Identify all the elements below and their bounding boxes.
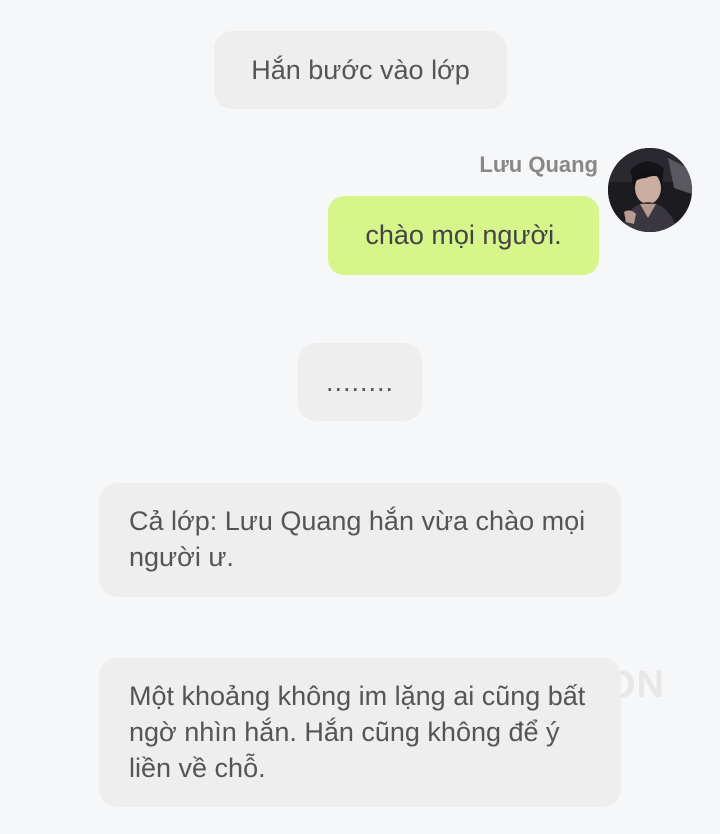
narration-bubble: Hắn bước vào lớp [214,31,507,109]
narration-text: Cả lớp: Lưu Quang hắn vừa chào mọi người… [129,506,586,572]
narration-bubble: Một khoảng không im lặng ai cũng bất ngờ… [99,658,621,807]
narration-bubble: Cả lớp: Lưu Quang hắn vừa chào mọi người… [99,483,621,597]
avatar[interactable] [608,148,692,232]
own-message-bubble: chào mọi người. [328,196,599,275]
narration-text: Một khoảng không im lặng ai cũng bất ngờ… [129,681,586,783]
sender-name: Lưu Quang [479,152,598,177]
narration-text: Hắn bước vào lớp [251,55,470,85]
narration-bubble: ........ [298,343,422,421]
narration-text: ........ [325,367,394,397]
own-message-text: chào mọi người. [365,220,562,250]
avatar-image [608,148,692,232]
